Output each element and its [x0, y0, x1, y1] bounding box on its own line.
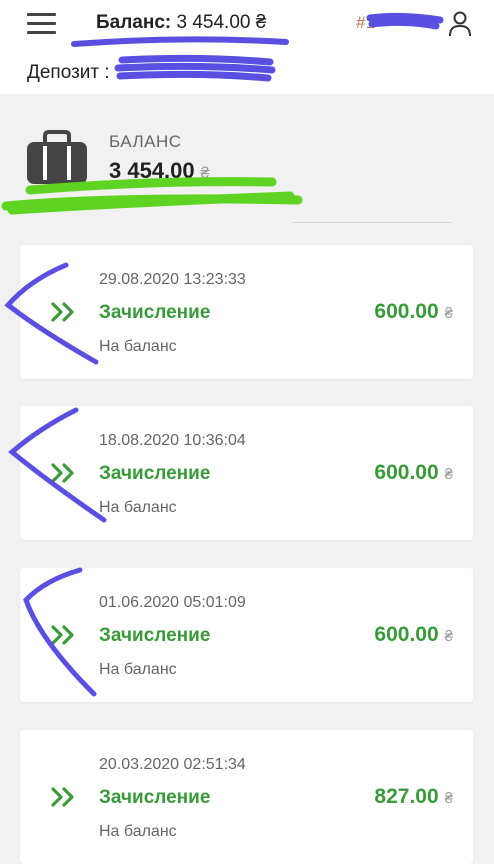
transaction-amount-value: 600.00 [374, 300, 439, 323]
currency-symbol: ₴ [444, 305, 453, 322]
header-balance: Баланс: 3 454.00 ₴ [96, 12, 266, 34]
double-chevron-right-icon [51, 302, 74, 322]
transaction-amount: 600.00 ₴ [374, 300, 453, 324]
currency-symbol: ₴ [200, 165, 210, 182]
transaction-date: 29.08.2020 13:23:33 [99, 271, 246, 288]
double-chevron-right-icon [51, 787, 74, 807]
account-id: #1 [356, 13, 375, 32]
hamburger-menu-icon[interactable] [27, 13, 56, 35]
transaction-description: На баланс [99, 499, 177, 516]
currency-symbol: ₴ [444, 628, 453, 645]
transaction-description: На баланс [99, 338, 177, 355]
transaction-description: На баланс [99, 823, 177, 840]
summary-amount-value: 3 454.00 [109, 158, 195, 183]
summary-label: БАЛАНС [109, 132, 182, 151]
transaction-type: Зачисление [99, 787, 211, 808]
transaction-amount: 600.00 ₴ [374, 461, 453, 485]
transaction-amount: 827.00 ₴ [374, 785, 453, 809]
deposit-label: Депозит : [27, 62, 110, 83]
currency-symbol: ₴ [444, 790, 453, 807]
transaction-type: Зачисление [99, 463, 211, 484]
transaction-date: 01.06.2020 05:01:09 [99, 594, 246, 611]
summary-amount: 3 454.00 ₴ [109, 158, 210, 184]
transaction-amount-value: 600.00 [374, 461, 439, 484]
transaction-card[interactable]: 20.03.2020 02:51:34 Зачисление 827.00 ₴ Н… [20, 730, 473, 864]
transaction-type: Зачисление [99, 625, 211, 646]
briefcase-wallet-icon [27, 130, 87, 184]
user-icon[interactable] [448, 11, 472, 37]
balance-summary: БАЛАНС 3 454.00 ₴ [0, 94, 494, 224]
header-balance-label: Баланс: [96, 12, 172, 33]
transaction-card[interactable]: 01.06.2020 05:01:09 Зачисление 600.00 ₴ Н… [20, 568, 473, 702]
double-chevron-right-icon [51, 625, 74, 645]
header-balance-value: 3 454.00 [176, 12, 251, 33]
transaction-amount-value: 827.00 [374, 785, 439, 808]
transaction-date: 18.08.2020 10:36:04 [99, 432, 246, 449]
transaction-card[interactable]: 29.08.2020 13:23:33 Зачисление 600.00 ₴ Н… [20, 245, 473, 379]
transaction-date: 20.03.2020 02:51:34 [99, 756, 246, 773]
divider [292, 222, 452, 223]
double-chevron-right-icon [51, 463, 74, 483]
transaction-description: На баланс [99, 661, 177, 678]
currency-symbol: ₴ [255, 12, 267, 33]
transaction-amount: 600.00 ₴ [374, 623, 453, 647]
transaction-amount-value: 600.00 [374, 623, 439, 646]
transaction-type: Зачисление [99, 302, 211, 323]
transaction-card[interactable]: 18.08.2020 10:36:04 Зачисление 600.00 ₴ Н… [20, 406, 473, 540]
top-bar: Баланс: 3 454.00 ₴ #1 Депозит : [0, 0, 494, 94]
currency-symbol: ₴ [444, 466, 453, 483]
